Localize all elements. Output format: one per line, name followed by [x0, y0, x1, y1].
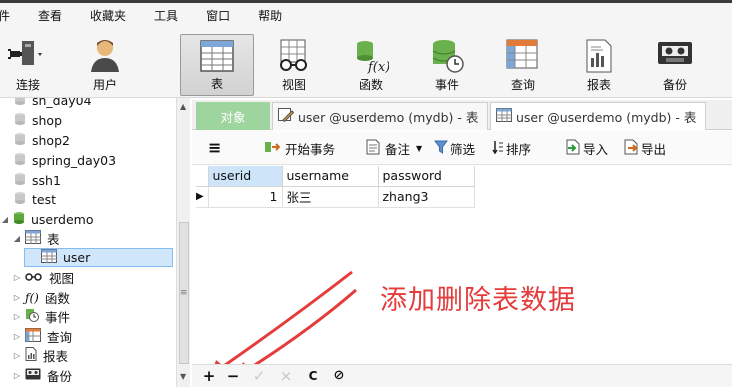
- annotation-text: 添加删除表数据: [380, 285, 576, 316]
- apply-changes-button[interactable]: ✓: [250, 367, 268, 385]
- stop-button[interactable]: ⊘: [330, 367, 348, 385]
- add-record-button[interactable]: +: [200, 367, 218, 385]
- delete-record-button[interactable]: −: [224, 367, 242, 385]
- navicat-window: 件 查看 收藏夹 工具 窗口 帮助 连接 用户 表 视图 f(x) 函数 事件 …: [0, 0, 732, 387]
- grid-bottom-toolbar: + − ✓ × C ⊘: [192, 364, 732, 387]
- refresh-button[interactable]: C: [304, 367, 322, 385]
- annotation-arrows: [212, 270, 357, 376]
- discard-changes-button[interactable]: ×: [277, 367, 295, 385]
